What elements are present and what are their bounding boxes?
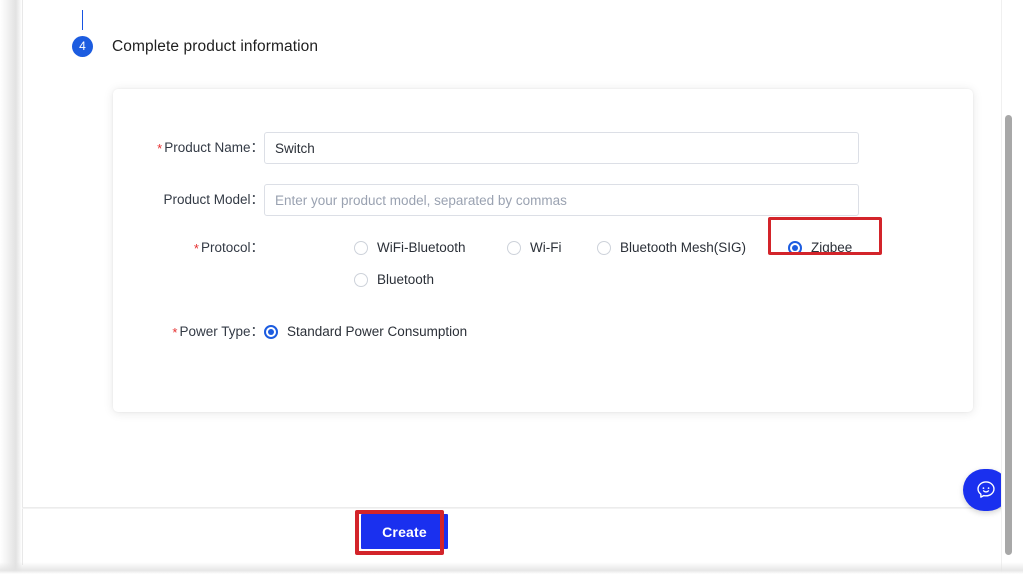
vertical-scrollbar-thumb[interactable] [1005, 115, 1012, 555]
required-asterisk-product-name: * [157, 141, 163, 156]
radio-protocol-wifi[interactable]: Wi-Fi [507, 232, 561, 264]
app-root: 4 Complete product information * Product … [0, 0, 1023, 574]
content-panel: 4 Complete product information * Product … [22, 0, 1001, 507]
product-name-label: * Product Name： [157, 140, 264, 156]
product-name-input[interactable] [264, 132, 859, 164]
power-type-label: * Power Type： [172, 324, 264, 340]
radio-circle-icon [354, 241, 368, 255]
radio-circle-icon [597, 241, 611, 255]
create-button[interactable]: Create [360, 513, 449, 550]
radio-protocol-bluetooth[interactable]: Bluetooth [354, 264, 434, 296]
chat-smiley-icon [977, 481, 995, 498]
product-information-card: *Product Name： Product Model： *Protocol： [113, 89, 973, 412]
step-connector-line [82, 10, 83, 30]
radio-protocol-wifi-bluetooth[interactable]: WiFi-Bluetooth [354, 232, 466, 264]
page-title: Complete product information [112, 38, 319, 55]
protocol-options-row-1: WiFi-Bluetooth Wi-Fi Bluetooth Mesh(SIG)… [113, 217, 973, 264]
required-asterisk-power-type: * [172, 325, 178, 340]
protocol-options-row-2: Bluetooth [113, 264, 973, 296]
radio-circle-selected-icon [264, 325, 278, 339]
power-type-options: Standard Power Consumption [264, 316, 467, 348]
page-left-shadow [0, 0, 22, 574]
radio-protocol-zigbee[interactable]: Zigbee [788, 232, 852, 264]
product-model-label: Product Model： [163, 192, 264, 207]
page-bottom-shadow [0, 562, 1023, 574]
product-model-input[interactable] [264, 184, 859, 216]
radio-power-standard-consumption[interactable]: Standard Power Consumption [264, 316, 467, 348]
radio-circle-icon [354, 273, 368, 287]
radio-circle-icon [507, 241, 521, 255]
radio-circle-selected-icon [788, 241, 802, 255]
radio-protocol-bluetooth-mesh-sig[interactable]: Bluetooth Mesh(SIG) [597, 232, 746, 264]
footer-bar: Create [22, 509, 1001, 565]
step-number-badge: 4 [72, 36, 93, 57]
